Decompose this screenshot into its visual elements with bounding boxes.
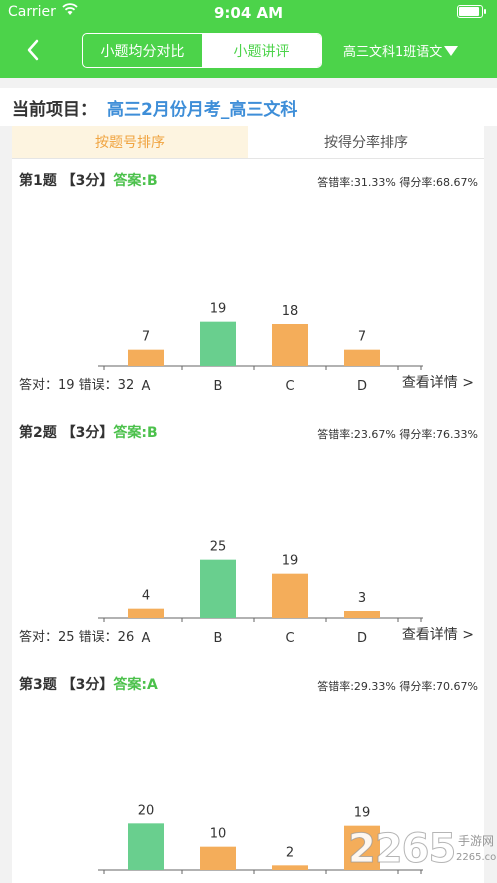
bar-value-label: 18: [282, 304, 299, 319]
bar-C: [272, 865, 308, 870]
bar-B: [200, 846, 236, 870]
watermark-site-name: 手游网: [458, 834, 495, 848]
dropdown-triangle-icon: [444, 45, 459, 56]
watermark-site-url: 2265.com: [456, 852, 497, 863]
project-label: 当前项目：: [12, 100, 97, 120]
bar-value-label: 20: [138, 803, 155, 818]
site-watermark: 2265 手游网 2265.com: [347, 826, 497, 880]
category-label: B: [214, 631, 223, 646]
category-label: B: [214, 379, 223, 394]
bar-value-label: 3: [358, 591, 366, 606]
bar-value-label: 25: [210, 540, 227, 555]
bar-value-label: 19: [282, 554, 299, 569]
segment-question-review[interactable]: 小题讲评: [202, 34, 321, 67]
view-segmented-control: 小题均分对比 小题讲评: [82, 33, 322, 68]
category-label: C: [285, 379, 294, 394]
category-label: D: [357, 631, 367, 646]
bar-value-label: 19: [354, 806, 371, 821]
tab-sort-by-number[interactable]: 按题号排序: [12, 126, 248, 158]
bar-value-label: 7: [142, 330, 150, 345]
sort-tabs: 按题号排序 按得分率排序: [12, 126, 484, 159]
bar-D: [344, 349, 380, 366]
question-stats: 答对：25 错误：26: [19, 630, 135, 645]
view-details-link[interactable]: 查看详情 >: [402, 372, 474, 392]
question-panel: 按题号排序 按得分率排序 第1题 【3分】答案:B 答错率:31.33% 得分率…: [12, 126, 484, 883]
view-details-link[interactable]: 查看详情 >: [402, 624, 474, 644]
category-label: D: [357, 379, 367, 394]
bar-C: [272, 324, 308, 366]
bar-C: [272, 573, 308, 618]
status-bar: Carrier 9:04 AM: [0, 0, 497, 26]
tab-sort-by-score-rate[interactable]: 按得分率排序: [248, 126, 484, 158]
bar-A: [128, 608, 164, 618]
back-chevron-icon[interactable]: [22, 38, 46, 62]
battery-icon: [457, 5, 486, 18]
question-stats: 答对：19 错误：32: [19, 378, 135, 393]
bar-value-label: 10: [210, 827, 227, 842]
category-label: C: [285, 631, 294, 646]
category-label: A: [142, 631, 151, 646]
class-selector[interactable]: 高三文科1班语文: [343, 41, 459, 60]
current-project: 当前项目： 高三2月份月考_高三文科: [0, 88, 497, 126]
watermark-number: 2265: [347, 826, 456, 873]
segment-average-compare[interactable]: 小题均分对比: [83, 34, 202, 67]
bar-D: [344, 611, 380, 618]
class-selector-label: 高三文科1班语文: [343, 45, 443, 60]
status-time: 9:04 AM: [213, 4, 284, 22]
bar-B: [200, 321, 236, 366]
bar-value-label: 2: [286, 845, 294, 860]
question-card-1: 第1题 【3分】答案:B 答错率:31.33% 得分率:68.67% 7 A 19 B…: [12, 160, 484, 412]
main-content: 当前项目： 高三2月份月考_高三文科 按题号排序 按得分率排序 第1题 【3分】答…: [0, 88, 497, 883]
app-header: Carrier 9:04 AM 小题均分对比 小题讲评 高三文科1班语文: [0, 0, 497, 78]
bar-value-label: 4: [142, 589, 150, 604]
bar-A: [128, 349, 164, 366]
bar-A: [128, 823, 164, 870]
category-label: A: [142, 379, 151, 394]
project-name: 高三2月份月考_高三文科: [107, 100, 298, 120]
question-card-2: 第2题 【3分】答案:B 答错率:23.67% 得分率:76.33% 4 A 25 B…: [12, 412, 484, 664]
bar-value-label: 7: [358, 330, 366, 345]
bar-value-label: 19: [210, 302, 227, 317]
bar-B: [200, 559, 236, 618]
